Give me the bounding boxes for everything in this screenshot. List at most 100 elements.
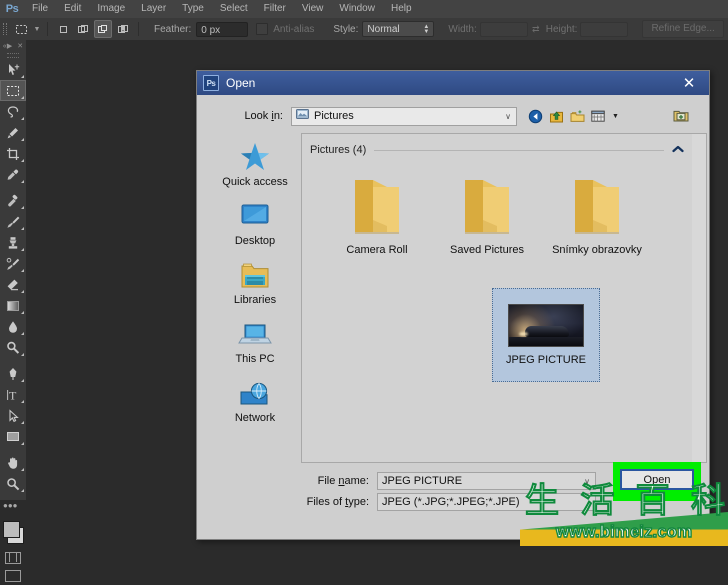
anti-alias-checkbox[interactable] bbox=[256, 23, 269, 35]
menu-item-file[interactable]: File bbox=[24, 0, 56, 18]
back-icon[interactable] bbox=[527, 108, 543, 124]
place-this-pc[interactable]: This PC bbox=[213, 316, 297, 365]
tool-pen[interactable] bbox=[0, 363, 26, 384]
tool-flyout-indicator bbox=[21, 353, 24, 356]
swap-width-height-icon[interactable]: ⇄ bbox=[528, 21, 544, 37]
tool-clone-stamp[interactable] bbox=[0, 232, 26, 253]
tool-lasso[interactable] bbox=[0, 101, 26, 122]
file-list-scrollbar[interactable] bbox=[692, 133, 707, 463]
tool-path-selection[interactable] bbox=[0, 405, 26, 426]
tool-blur[interactable] bbox=[0, 316, 26, 337]
views-icon[interactable] bbox=[590, 108, 606, 124]
tool-history-brush[interactable] bbox=[0, 253, 26, 274]
list-item[interactable]: Snímky obrazovky bbox=[542, 164, 652, 274]
new-folder-icon[interactable] bbox=[673, 108, 689, 124]
tool-dodge[interactable] bbox=[0, 337, 26, 358]
place-quick-access[interactable]: Quick access bbox=[213, 139, 297, 188]
look-in-label: Look in: bbox=[244, 110, 283, 122]
look-in-row: Look in: Pictures ∨ ▼ bbox=[197, 105, 709, 127]
place-label: Desktop bbox=[234, 235, 276, 247]
menu-item-edit[interactable]: Edit bbox=[56, 0, 89, 18]
style-select[interactable]: Normal ▲ ▼ bbox=[362, 21, 435, 37]
folder-icon bbox=[349, 170, 405, 242]
tool-eraser[interactable] bbox=[0, 274, 26, 295]
color-swatches[interactable] bbox=[0, 515, 26, 549]
tool-zoom[interactable] bbox=[0, 473, 26, 494]
rectangular-marquee-icon[interactable] bbox=[10, 20, 32, 38]
chevron-up-icon[interactable] bbox=[672, 145, 684, 155]
views-chevron-down-icon[interactable]: ▼ bbox=[612, 113, 619, 120]
place-label: Quick access bbox=[222, 176, 288, 188]
tool-flyout-indicator bbox=[21, 290, 24, 293]
menu-item-filter[interactable]: Filter bbox=[256, 0, 294, 18]
tool-rectangular-marquee[interactable] bbox=[0, 80, 26, 101]
quick-access-star-icon bbox=[238, 139, 272, 173]
feather-label: Feather: bbox=[154, 23, 192, 35]
place-label: Libraries bbox=[233, 294, 277, 306]
look-in-combo[interactable]: Pictures ∨ bbox=[291, 106, 517, 126]
create-new-folder-icon[interactable] bbox=[569, 108, 585, 124]
tool-horizontal-type[interactable]: T bbox=[0, 384, 26, 405]
foreground-color-swatch[interactable] bbox=[3, 521, 20, 538]
new-selection-button[interactable] bbox=[54, 20, 72, 38]
place-desktop[interactable]: Desktop bbox=[213, 198, 297, 247]
list-item-selected[interactable]: JPEG PICTURE bbox=[492, 288, 600, 382]
place-libraries[interactable]: Libraries bbox=[213, 257, 297, 306]
menu-item-image[interactable]: Image bbox=[89, 0, 133, 18]
chevron-down-icon[interactable]: ∨ bbox=[505, 112, 511, 121]
tool-eyedropper[interactable] bbox=[0, 164, 26, 185]
refine-edge-button[interactable]: Refine Edge... bbox=[642, 20, 724, 38]
close-icon[interactable]: ✕ bbox=[669, 71, 709, 95]
place-network[interactable]: Network bbox=[213, 375, 297, 424]
feather-input[interactable]: 0 px bbox=[196, 21, 249, 37]
tool-flyout-indicator bbox=[21, 117, 24, 120]
tools-panel-grip[interactable] bbox=[0, 52, 26, 59]
tool-flyout-indicator bbox=[21, 159, 24, 162]
file-items-grid: Camera Roll Saved Pictures Snímky obrazo… bbox=[302, 160, 692, 274]
dialog-title-bar[interactable]: Ps Open ✕ bbox=[197, 71, 709, 95]
close-tools-icon[interactable]: ✕ bbox=[17, 43, 23, 50]
tool-gradient[interactable] bbox=[0, 295, 26, 316]
desktop-monitor-icon bbox=[238, 198, 272, 232]
tool-hand[interactable] bbox=[0, 452, 26, 473]
list-item[interactable]: Saved Pictures bbox=[432, 164, 542, 274]
tool-brush[interactable] bbox=[0, 211, 26, 232]
add-to-selection-button[interactable] bbox=[74, 20, 92, 38]
tool-flyout-indicator bbox=[21, 489, 24, 492]
tool-quick-selection[interactable] bbox=[0, 122, 26, 143]
collapse-tools-icon[interactable]: «▶ bbox=[3, 43, 12, 50]
tool-flyout-indicator bbox=[21, 421, 24, 424]
svg-text:T: T bbox=[9, 388, 17, 402]
height-input[interactable] bbox=[580, 21, 629, 37]
menu-item-window[interactable]: Window bbox=[331, 0, 383, 18]
menu-item-help[interactable]: Help bbox=[383, 0, 420, 18]
tool-crop[interactable] bbox=[0, 143, 26, 164]
place-label: This PC bbox=[235, 353, 275, 365]
watermark-char-3: 百 bbox=[635, 481, 671, 521]
place-label: Network bbox=[234, 412, 276, 424]
file-name-value: JPEG PICTURE bbox=[382, 475, 463, 487]
intersect-selection-button[interactable] bbox=[114, 20, 132, 38]
quick-mask-mode-icon[interactable] bbox=[0, 549, 26, 567]
look-in-value: Pictures bbox=[314, 110, 354, 122]
options-bar-grip[interactable] bbox=[0, 18, 10, 40]
tool-flyout-indicator bbox=[21, 311, 24, 314]
menu-item-layer[interactable]: Layer bbox=[133, 0, 174, 18]
file-group-header[interactable]: Pictures (4) bbox=[310, 140, 684, 160]
tools-panel-header[interactable]: «▶ ✕ bbox=[0, 40, 26, 52]
width-input[interactable] bbox=[479, 21, 528, 37]
tool-spot-healing-brush[interactable] bbox=[0, 190, 26, 211]
menu-item-type[interactable]: Type bbox=[174, 0, 212, 18]
tool-preset-chevron-down-icon[interactable]: ▼ bbox=[32, 20, 42, 38]
list-item[interactable]: Camera Roll bbox=[322, 164, 432, 274]
up-one-level-icon[interactable] bbox=[548, 108, 564, 124]
menu-item-select[interactable]: Select bbox=[212, 0, 256, 18]
tool-move[interactable] bbox=[0, 59, 26, 80]
file-list-panel[interactable]: Pictures (4) Camera Roll Saved Pictures … bbox=[301, 133, 692, 463]
subtract-from-selection-button[interactable] bbox=[94, 20, 112, 38]
screen-mode-icon[interactable] bbox=[0, 567, 26, 585]
menu-item-view[interactable]: View bbox=[294, 0, 332, 18]
tool-rectangle[interactable] bbox=[0, 426, 26, 447]
tool-edit-toolbar[interactable]: ●●● bbox=[0, 494, 26, 515]
watermark-cjk-text: 生 活 百 科 bbox=[524, 481, 726, 521]
